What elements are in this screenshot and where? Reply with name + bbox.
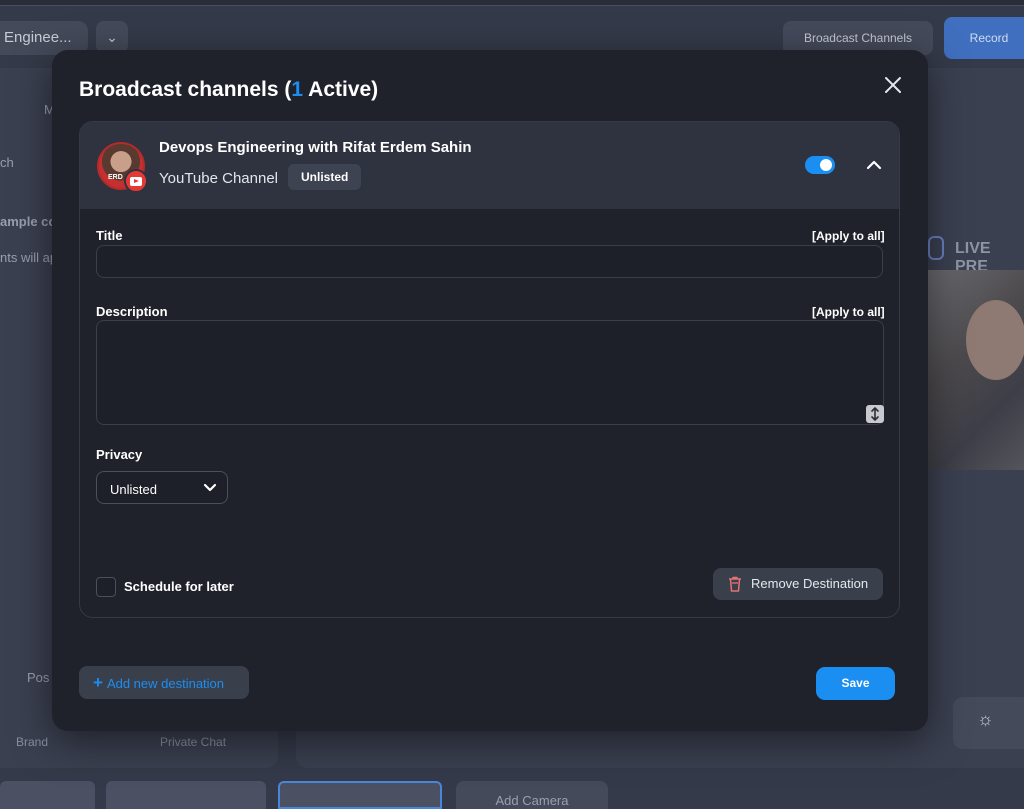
- brightness-button[interactable]: ☼: [953, 697, 1024, 749]
- collapse-button[interactable]: [865, 156, 883, 174]
- channel-avatar: ERD: [97, 142, 148, 193]
- description-label: Description: [96, 304, 168, 319]
- modal-title: Broadcast channels (1 Active): [79, 78, 379, 101]
- remove-destination-button[interactable]: Remove Destination: [713, 568, 883, 600]
- close-icon: [885, 77, 901, 93]
- record-button[interactable]: Record: [944, 17, 1024, 59]
- active-count: 1: [291, 78, 304, 101]
- save-button[interactable]: Save: [816, 667, 895, 700]
- privacy-badge: Unlisted: [288, 164, 362, 190]
- privacy-select-value: Unlisted: [110, 482, 157, 497]
- channel-name: Devops Engineering with Rifat Erdem Sahi…: [159, 139, 472, 156]
- channel-card-header[interactable]: ERD Devops Engineering with Rifat Erdem …: [80, 122, 899, 209]
- live-preview-video: [928, 270, 1024, 470]
- add-camera-button[interactable]: Add Camera: [456, 781, 608, 809]
- schedule-checkbox[interactable]: [96, 577, 116, 597]
- privacy-select[interactable]: Unlisted: [96, 471, 228, 504]
- left-panel-post-text: Pos: [27, 670, 50, 685]
- left-panel-sample-text: ample co: [0, 214, 57, 229]
- description-input[interactable]: [96, 320, 884, 425]
- channel-enabled-toggle[interactable]: [805, 156, 835, 174]
- title-apply-to-all[interactable]: [Apply to all]: [812, 229, 885, 243]
- title-label: Title: [96, 228, 123, 243]
- description-apply-to-all[interactable]: [Apply to all]: [812, 305, 885, 319]
- privacy-label: Privacy: [96, 447, 143, 462]
- broadcast-channels-modal: Broadcast channels (1 Active) ERD Devops…: [52, 50, 928, 731]
- studio-dropdown-button[interactable]: ⌄: [96, 21, 128, 53]
- trash-icon: [729, 576, 741, 592]
- plus-icon: +: [93, 673, 103, 692]
- broadcast-icon: [928, 236, 944, 260]
- camera-thumbnail[interactable]: [0, 781, 95, 809]
- title-input[interactable]: [96, 245, 883, 278]
- youtube-icon: [124, 169, 148, 193]
- close-button[interactable]: [880, 72, 906, 98]
- private-chat-tab[interactable]: Private Chat: [160, 735, 226, 749]
- title-bar: [0, 0, 1024, 6]
- chevron-up-icon: [866, 160, 882, 170]
- brand-tab[interactable]: Brand: [16, 735, 48, 749]
- left-panel-hint-text: nts will ap: [0, 250, 58, 265]
- resize-handle-icon[interactable]: [866, 405, 884, 423]
- schedule-label: Schedule for later: [124, 579, 234, 594]
- channel-type: YouTube Channel: [159, 170, 278, 187]
- sun-icon: ☼: [977, 709, 994, 729]
- chevron-down-icon: [203, 483, 217, 492]
- camera-thumbnail[interactable]: [106, 781, 266, 809]
- channel-card: ERD Devops Engineering with Rifat Erdem …: [79, 121, 900, 618]
- chevron-down-icon: ⌄: [106, 29, 118, 45]
- camera-thumbnail-selected[interactable]: [278, 781, 442, 809]
- left-panel-search-text: ch: [0, 155, 14, 170]
- add-destination-button[interactable]: + Add new destination: [79, 666, 249, 699]
